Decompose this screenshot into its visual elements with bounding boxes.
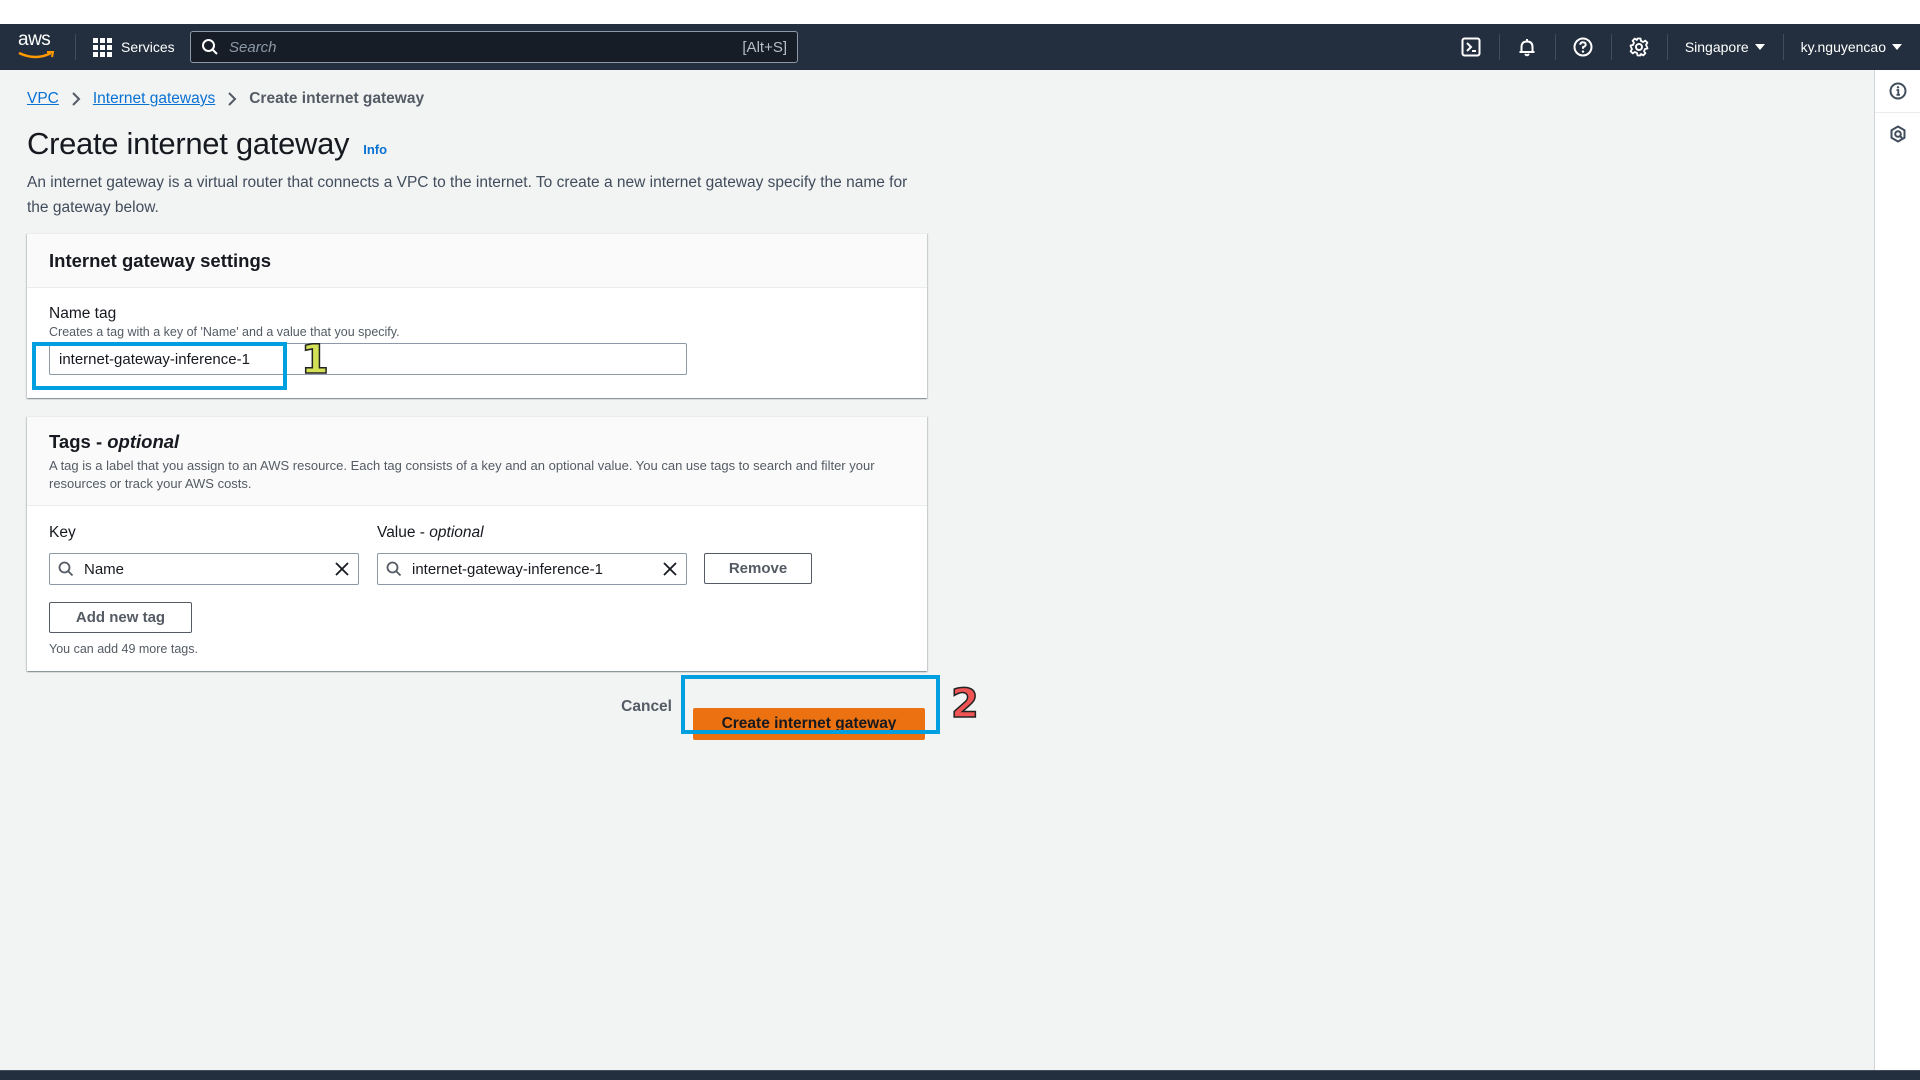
gear-icon bbox=[1629, 37, 1649, 57]
annotation-number-1: 1 bbox=[300, 337, 329, 383]
settings-button[interactable] bbox=[1610, 24, 1667, 70]
help-icon bbox=[1573, 37, 1593, 57]
feedback-panel-button[interactable] bbox=[1875, 112, 1920, 154]
bell-icon bbox=[1519, 39, 1535, 57]
create-internet-gateway-button[interactable]: Create internet gateway bbox=[693, 708, 925, 740]
search-icon bbox=[386, 561, 402, 577]
info-link[interactable]: Info bbox=[363, 142, 387, 157]
search-placeholder: Search bbox=[229, 38, 277, 56]
aws-logo-text: aws bbox=[18, 29, 51, 50]
services-menu-button[interactable]: Services bbox=[93, 24, 175, 70]
internet-gateway-settings-card: Internet gateway settings Name tag Creat… bbox=[27, 233, 927, 398]
name-tag-description: Creates a tag with a key of 'Name' and a… bbox=[49, 325, 400, 339]
card-title: Tags - optional bbox=[49, 431, 905, 453]
tags-description: A tag is a label that you assign to an A… bbox=[49, 458, 875, 491]
tag-key-value: Name bbox=[84, 560, 125, 578]
add-new-tag-button[interactable]: Add new tag bbox=[49, 602, 192, 633]
annotation-number-2: 2 bbox=[950, 681, 979, 727]
chevron-right-icon bbox=[228, 92, 237, 106]
search-input[interactable]: Search [Alt+S] bbox=[190, 31, 798, 63]
nav-separator bbox=[75, 34, 76, 60]
tag-value-value: internet-gateway-inference-1 bbox=[412, 560, 603, 578]
console-footer bbox=[0, 1070, 1920, 1080]
caret-down-icon bbox=[1892, 44, 1902, 50]
cancel-button[interactable]: Cancel bbox=[621, 698, 672, 716]
name-tag-label: Name tag bbox=[49, 305, 117, 322]
breadcrumb: VPC Internet gateways Create internet ga… bbox=[27, 90, 424, 108]
value-label-optional: optional bbox=[429, 524, 484, 541]
search-icon bbox=[58, 561, 74, 577]
card-header: Tags - optional A tag is a label that yo… bbox=[27, 417, 927, 506]
tools-side-panel bbox=[1874, 70, 1920, 1070]
breadcrumb-internet-gateways[interactable]: Internet gateways bbox=[93, 90, 215, 108]
page-header: Create internet gateway Info bbox=[27, 126, 387, 162]
region-selector[interactable]: Singapore bbox=[1666, 24, 1783, 70]
tags-title-optional: optional bbox=[107, 431, 180, 452]
card-body: Key Value - optional Name internet-gatew… bbox=[27, 506, 927, 671]
tags-card: Tags - optional A tag is a label that yo… bbox=[27, 416, 927, 671]
name-tag-input[interactable]: internet-gateway-inference-1 bbox=[49, 343, 687, 375]
info-icon bbox=[1889, 82, 1907, 100]
form-actions: Cancel Create internet gateway bbox=[27, 688, 927, 740]
caret-down-icon bbox=[1754, 44, 1765, 50]
services-label: Services bbox=[121, 39, 175, 55]
remove-tag-button[interactable]: Remove bbox=[704, 553, 812, 584]
card-header: Internet gateway settings bbox=[27, 234, 927, 288]
feedback-icon bbox=[1890, 125, 1906, 142]
top-navigation: aws Services Search [Alt+S] Singapore ky… bbox=[0, 24, 1920, 70]
info-panel-button[interactable] bbox=[1875, 70, 1920, 112]
cloudshell-icon bbox=[1461, 37, 1481, 57]
username-label: ky.nguyencao bbox=[1800, 39, 1886, 55]
nav-right-group: Singapore ky.nguyencao bbox=[1443, 24, 1920, 70]
card-body: Name tag Creates a tag with a key of 'Na… bbox=[27, 288, 927, 375]
aws-smile-icon bbox=[18, 51, 55, 59]
tags-remaining-hint: You can add 49 more tags. bbox=[49, 642, 198, 656]
search-shortcut: [Alt+S] bbox=[742, 38, 787, 56]
key-label: Key bbox=[49, 524, 76, 541]
cloudshell-button[interactable] bbox=[1443, 24, 1499, 70]
account-menu[interactable]: ky.nguyencao bbox=[1782, 24, 1920, 70]
search-icon bbox=[202, 39, 218, 55]
page-title: Create internet gateway bbox=[27, 126, 350, 161]
chevron-right-icon bbox=[72, 92, 81, 106]
tag-key-input[interactable]: Name bbox=[49, 553, 359, 585]
card-title: Internet gateway settings bbox=[49, 249, 272, 271]
region-label: Singapore bbox=[1684, 39, 1749, 55]
page-description: An internet gateway is a virtual router … bbox=[27, 174, 908, 216]
name-tag-value: internet-gateway-inference-1 bbox=[59, 350, 250, 368]
tag-value-input[interactable]: internet-gateway-inference-1 bbox=[377, 553, 687, 585]
value-label-main: Value - bbox=[377, 524, 430, 541]
value-label: Value - optional bbox=[377, 524, 484, 542]
services-grid-icon bbox=[93, 37, 112, 57]
breadcrumb-current: Create internet gateway bbox=[249, 90, 425, 107]
help-button[interactable] bbox=[1554, 24, 1611, 70]
clear-icon[interactable] bbox=[334, 561, 350, 577]
tags-title-main: Tags - bbox=[49, 431, 108, 452]
aws-logo[interactable]: aws bbox=[18, 30, 56, 64]
notifications-button[interactable] bbox=[1498, 24, 1555, 70]
browser-top-strip bbox=[0, 0, 1920, 24]
breadcrumb-vpc[interactable]: VPC bbox=[27, 90, 59, 108]
clear-icon[interactable] bbox=[662, 561, 678, 577]
